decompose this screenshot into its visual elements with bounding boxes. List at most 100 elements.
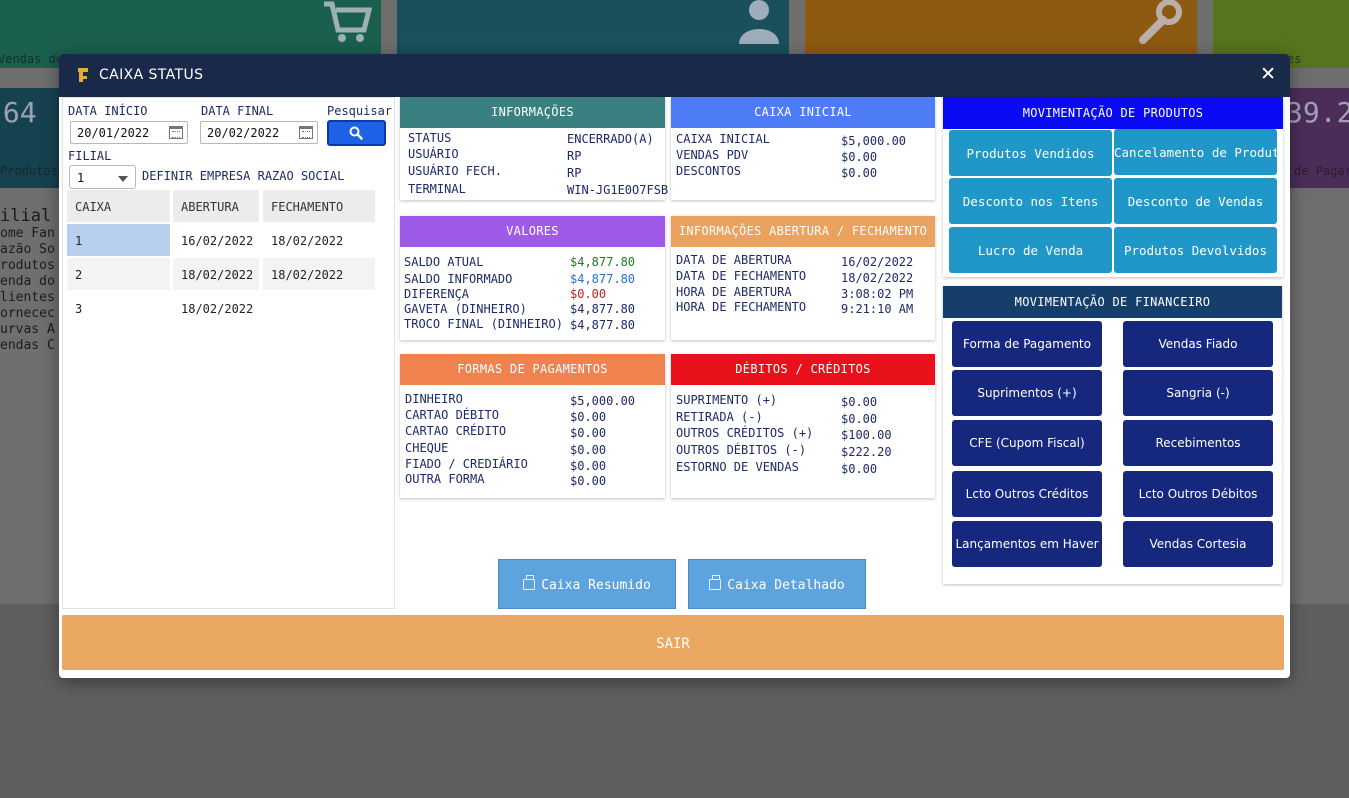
debitos-creditos-header: DÉBITOS / CRÉDITOS <box>671 354 935 385</box>
vendas-fiado-button[interactable]: Vendas Fiado <box>1123 321 1273 367</box>
calendar-icon[interactable] <box>299 126 313 139</box>
lcto-outros-creditos-button[interactable]: Lcto Outros Créditos <box>952 471 1102 517</box>
info-value: $5,000.00 <box>570 394 636 408</box>
caixa-inicial-header: CAIXA INICIAL <box>671 97 935 128</box>
caixa-resumido-button[interactable]: Caixa Resumido <box>498 559 676 609</box>
cfe-cupom-fiscal-button[interactable]: CFE (Cupom Fiscal) <box>952 420 1102 466</box>
wrench-icon <box>1139 0 1182 44</box>
info-value: $5,000.00 <box>841 134 907 148</box>
info-key: GAVETA (DINHEIRO) <box>404 302 527 316</box>
definir-empresa-link[interactable]: DEFINIR EMPRESA RAZAO SOCIAL <box>142 169 344 183</box>
cell-abertura[interactable]: 16/02/2022 <box>173 224 259 256</box>
info-value: $0.00 <box>841 395 878 409</box>
list-item: ilial <box>0 206 52 226</box>
cell-caixa[interactable]: 3 <box>67 292 170 324</box>
debitos-creditos-card: DÉBITOS / CRÉDITOS SUPRIMENTO (+) $0.00 … <box>671 354 935 498</box>
info-key: SUPRIMENTO (+) <box>676 393 778 407</box>
abertura-fechamento-card: INFORMAÇÕES ABERTURA / FECHAMENTO DATA D… <box>671 216 935 340</box>
cell-fechamento[interactable]: 18/02/2022 <box>263 224 375 256</box>
close-icon[interactable]: ✕ <box>1260 63 1276 85</box>
column-header-fechamento[interactable]: FECHAMENTO <box>263 190 375 222</box>
stat-label: Produtos <box>0 164 58 178</box>
stat-produtos: .64 Produtos <box>0 88 60 188</box>
cash-register-icon <box>523 575 536 590</box>
calendar-icon[interactable] <box>169 126 183 139</box>
end-date-label: DATA FINAL <box>201 104 274 118</box>
info-value: $0.00 <box>570 474 607 488</box>
informacoes-header: INFORMAÇÕES <box>400 97 665 128</box>
column-header-abertura[interactable]: ABERTURA <box>173 190 259 222</box>
vendas-cortesia-button[interactable]: Vendas Cortesia <box>1123 521 1273 567</box>
cart-icon <box>324 1 372 42</box>
lcto-outros-debitos-button[interactable]: Lcto Outros Débitos <box>1123 471 1273 517</box>
search-button[interactable] <box>327 120 386 146</box>
end-date-field[interactable]: 20/02/2022 <box>200 121 318 144</box>
app-logo-icon <box>78 68 88 82</box>
stat-value: .64 <box>0 96 37 129</box>
cancelamento-produto-button[interactable]: Cancelamento de Produto <box>1114 129 1287 175</box>
info-key: USUÁRIO <box>408 147 459 161</box>
info-key: ESTORNO DE VENDAS <box>676 460 799 474</box>
desconto-vendas-button[interactable]: Desconto de Vendas <box>1114 178 1277 224</box>
info-key: SALDO INFORMADO <box>404 272 513 286</box>
lancamentos-haver-button[interactable]: Lançamentos em Haver <box>952 521 1102 567</box>
info-key: HORA DE ABERTURA <box>676 285 792 299</box>
filial-select[interactable]: 1 <box>69 165 136 189</box>
column-header-caixa[interactable]: CAIXA <box>67 190 170 222</box>
info-value: $0.00 <box>841 462 878 476</box>
cell-caixa[interactable]: 1 <box>67 224 170 256</box>
stat-label: de Pagar <box>1294 164 1349 178</box>
movimentacao-financeiro-panel: MOVIMENTAÇÃO DE FINANCEIRO Forma de Paga… <box>943 286 1282 584</box>
info-value: $0.00 <box>570 287 607 301</box>
start-date-value: 20/01/2022 <box>77 126 150 140</box>
info-key: DATA DE FECHAMENTO <box>676 269 807 283</box>
movimentacao-produtos-panel: MOVIMENTAÇÃO DE PRODUTOS Produtos Vendid… <box>943 97 1287 277</box>
caixa-inicial-card: CAIXA INICIAL CAIXA INICIAL $5,000.00 VE… <box>671 97 935 200</box>
info-value: RP <box>567 166 582 180</box>
info-key: USUÁRIO FECH. <box>408 164 502 178</box>
cell-caixa[interactable]: 2 <box>67 258 170 290</box>
info-value: $0.00 <box>570 443 607 457</box>
caixa-detalhado-button[interactable]: Caixa Detalhado <box>688 559 866 609</box>
info-key: DIFERENÇA <box>404 287 470 301</box>
lucro-venda-button[interactable]: Lucro de Venda <box>949 227 1112 273</box>
info-key: CARTAO DÉBITO <box>405 408 499 422</box>
forma-pagamento-button[interactable]: Forma de Pagamento <box>952 321 1102 367</box>
formas-pagamento-card: FORMAS DE PAGAMENTOS DINHEIRO $5,000.00 … <box>400 354 665 498</box>
cell-fechamento[interactable] <box>263 292 375 324</box>
info-key: DESCONTOS <box>676 164 742 178</box>
sair-button[interactable]: SAIR <box>62 615 1284 670</box>
info-key: TERMINAL <box>408 182 466 196</box>
info-key: DINHEIRO <box>405 392 463 406</box>
produtos-devolvidos-button[interactable]: Produtos Devolvidos <box>1114 227 1277 273</box>
info-value: WIN-JG1E0O7FSB <box>567 183 669 197</box>
cell-abertura[interactable]: 18/02/2022 <box>173 258 259 290</box>
stat-pagar: 39.2 de Pagar <box>1286 88 1349 188</box>
cell-abertura[interactable]: 18/02/2022 <box>173 292 259 324</box>
start-date-field[interactable]: 20/01/2022 <box>70 121 188 144</box>
modal-title: CAIXA STATUS <box>99 67 204 83</box>
movimentacao-produtos-header: MOVIMENTAÇÃO DE PRODUTOS <box>943 97 1283 129</box>
recebimentos-button[interactable]: Recebimentos <box>1123 420 1273 466</box>
abertura-fechamento-header: INFORMAÇÕES ABERTURA / FECHAMENTO <box>671 216 935 247</box>
user-icon <box>739 0 779 44</box>
sangria-button[interactable]: Sangria (-) <box>1123 370 1273 416</box>
produtos-vendidos-button[interactable]: Produtos Vendidos <box>949 130 1112 176</box>
suprimentos-button[interactable]: Suprimentos (+) <box>952 370 1102 416</box>
info-value: ENCERRADO(A) <box>567 132 654 146</box>
desconto-itens-button[interactable]: Desconto nos Itens <box>949 178 1112 224</box>
info-key: FIADO / CREDIÁRIO <box>405 457 528 471</box>
list-item: ornecec <box>0 306 55 321</box>
info-value: 18/02/2022 <box>841 271 914 285</box>
list-item: enda do <box>0 274 55 289</box>
info-key: TROCO FINAL (DINHEIRO) <box>404 317 563 331</box>
info-key: VENDAS PDV <box>676 148 749 162</box>
list-item: ome Fan <box>0 226 55 241</box>
info-value: $0.00 <box>570 459 607 473</box>
info-value: RP <box>567 149 582 163</box>
info-value: $0.00 <box>841 166 878 180</box>
info-value: $100.00 <box>841 428 892 442</box>
stat-value: 39.2 <box>1286 96 1349 129</box>
cell-fechamento[interactable]: 18/02/2022 <box>263 258 375 290</box>
info-value: $0.00 <box>841 412 878 426</box>
